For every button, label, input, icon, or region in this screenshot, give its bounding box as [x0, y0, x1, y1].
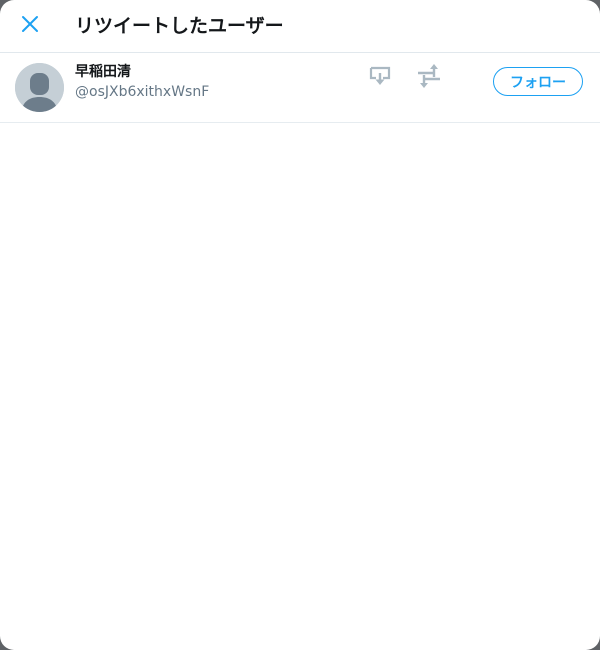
default-avatar-icon: [15, 63, 64, 112]
retweet-button[interactable]: [416, 63, 442, 93]
dm-icon: [369, 64, 393, 92]
retweet-icon: [416, 63, 442, 93]
modal-title: リツイートしたユーザー: [75, 15, 284, 37]
modal-header: リツイートしたユーザー: [0, 0, 600, 53]
follow-button[interactable]: フォロー: [493, 67, 583, 96]
user-list-item[interactable]: 早稲田清 @osJXb6xithxWsnF フォロー: [0, 53, 600, 123]
dm-button[interactable]: [368, 65, 394, 91]
close-icon: [20, 14, 40, 38]
avatar[interactable]: [15, 63, 64, 112]
retweeted-by-modal: リツイートしたユーザー 早稲田清 @osJXb6xithxWsnF フォロー: [0, 0, 600, 650]
user-handle: @osJXb6xithxWsnF: [75, 84, 210, 100]
user-name[interactable]: 早稲田清: [75, 63, 131, 81]
close-button[interactable]: [12, 8, 48, 44]
